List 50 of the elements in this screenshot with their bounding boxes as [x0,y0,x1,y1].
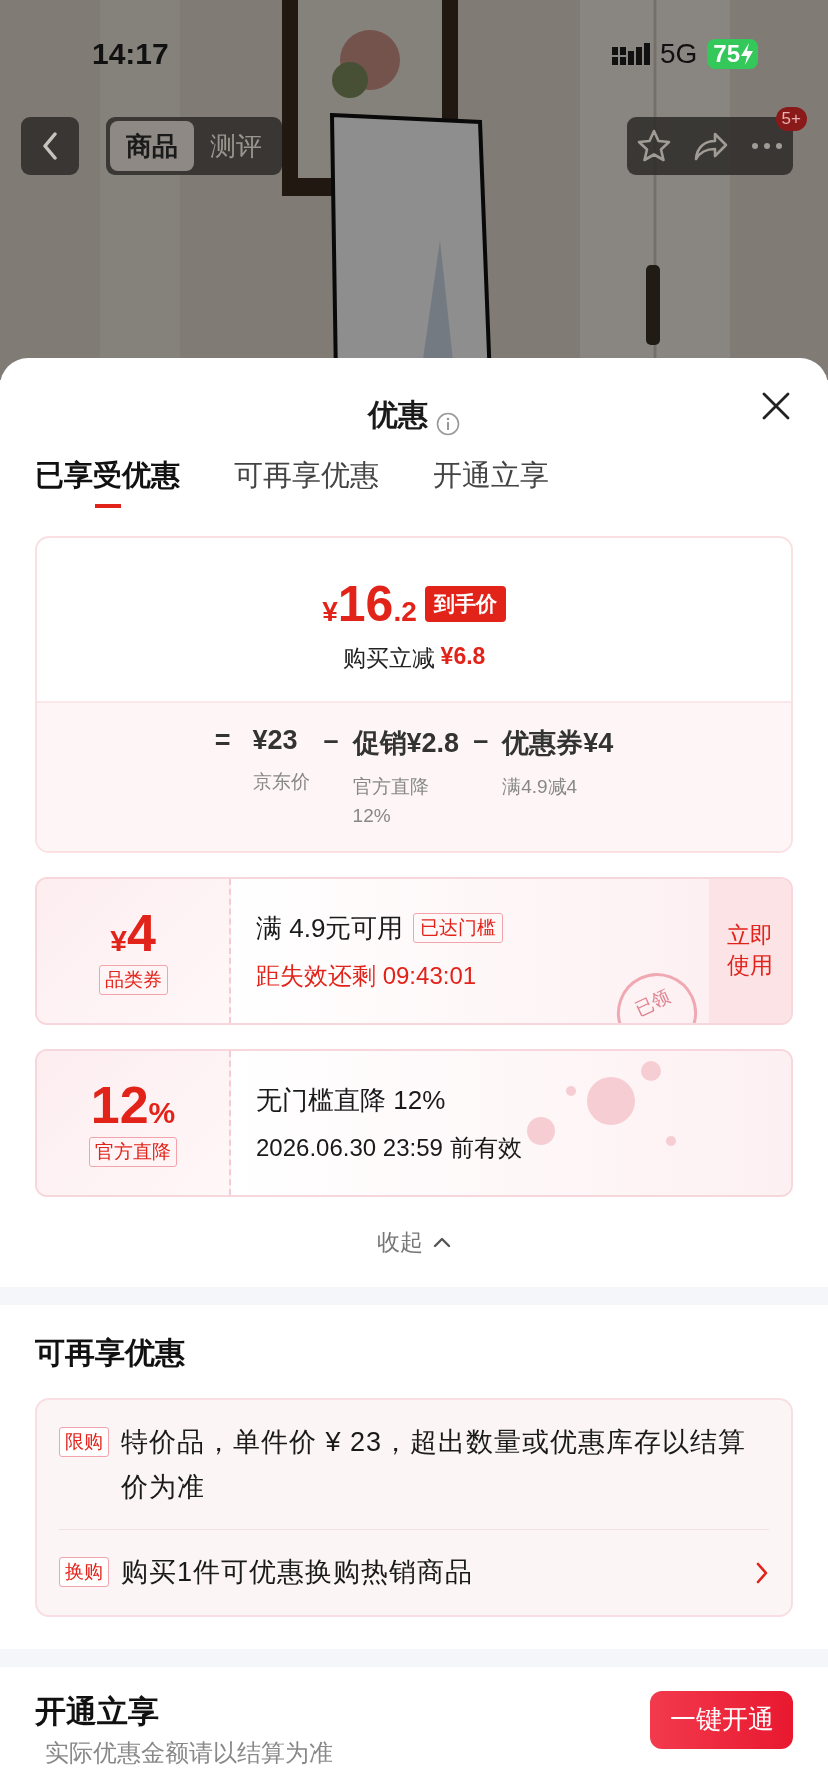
view-tab[interactable]: 测评 [194,121,278,171]
equals-sign: = [214,725,232,757]
minus-sign: – [323,725,339,757]
membership-note: 实际优惠金额请以结算为准 [44,1737,334,1768]
network-type: 5G [659,38,698,70]
coupon-condition: 无门槛直降 12% [256,1083,446,1117]
price-tag: 到手价 [424,586,506,622]
more-icon [751,142,783,150]
coupon-condition: 满 4.9元可用 [256,911,404,945]
price-term: ¥23 [252,725,299,756]
collapse-button[interactable]: 收起 [377,1226,451,1258]
coupon-value: ¥4 [110,907,156,959]
section-heading: 开通立享 [35,1692,160,1731]
offer-tag: 限购 [59,1427,109,1457]
offer-text: 特价品，单件价 ¥ 23，超出数量或优惠库存以结算价为准 [121,1426,748,1504]
use-now-button[interactable]: 立即使用 [709,879,791,1023]
term-note: 官方直降12% [352,775,430,828]
term-note: 京东价 [252,770,310,794]
coupon-type: 品类券 [98,965,168,995]
offer-tab[interactable]: 可再享优惠 [234,450,379,508]
back-button[interactable] [21,117,79,175]
section-heading: 可再享优惠 [35,1335,186,1371]
offer-text: 购买1件可优惠换购热销商品 [121,1556,475,1590]
close-button[interactable] [762,392,790,420]
saving-amount: ¥6.8 [440,643,486,671]
coupon-validity: 距失效还剩 09:43:01 [256,960,478,991]
activate-button[interactable]: 一键开通 [650,1690,793,1749]
sheet-title: 优惠 [368,397,428,433]
price-term: 促销¥2.8 [352,727,460,760]
more-button[interactable] [751,142,783,150]
minus-sign: – [473,725,489,757]
star-icon [637,129,671,163]
close-icon [762,392,790,420]
coupon-value: 12% [90,1079,176,1131]
offer-tab[interactable]: 开通立享 [433,450,549,508]
offer-tag: 换购 [59,1557,109,1588]
term-note: 满4.9减4 [502,775,579,799]
threshold-tag: 已达门槛 [413,913,504,943]
price-term: 优惠券¥4 [502,727,614,760]
info-icon [436,412,460,436]
coupon-type: 官方直降 [89,1137,177,1167]
coupon-validity: 2026.06.30 23:59 前有效 [256,1132,523,1163]
saving-label: 购买立减 [342,644,435,673]
view-tab[interactable]: 商品 [110,121,194,171]
chevron-up-icon [433,1235,451,1249]
favorite-button[interactable] [637,129,671,163]
signal-icon [611,43,650,65]
battery-level: 75 [713,40,740,68]
final-price: ¥16.2 [322,575,417,633]
status-time: 14:17 [92,37,170,71]
